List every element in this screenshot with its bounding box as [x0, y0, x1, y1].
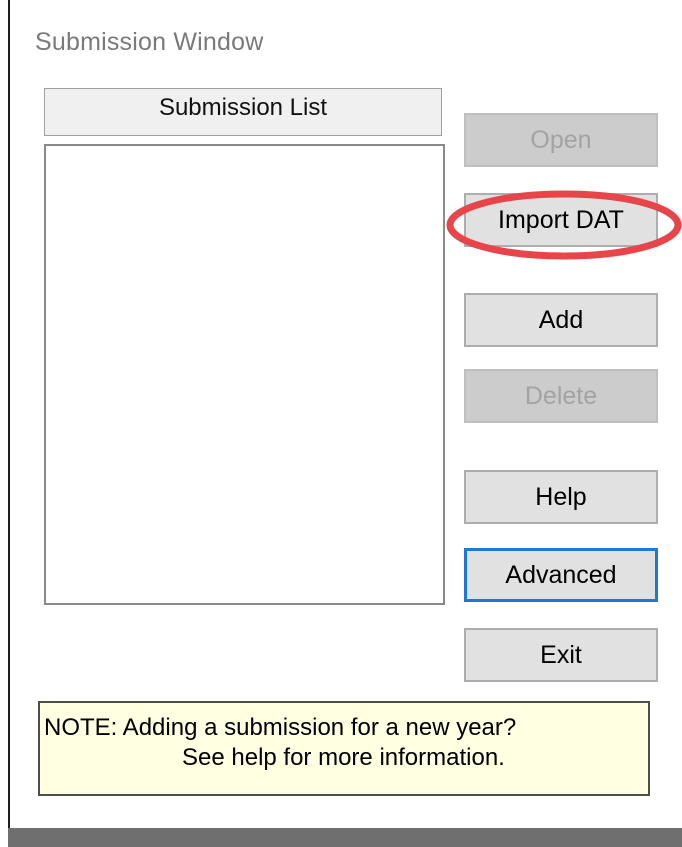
note-line-2: See help for more information. [182, 744, 505, 771]
exit-button[interactable]: Exit [464, 628, 658, 682]
submission-list[interactable] [44, 144, 445, 605]
advanced-button[interactable]: Advanced [464, 548, 658, 602]
window-bottom-frame [8, 828, 682, 847]
help-button[interactable]: Help [464, 470, 658, 524]
window-title: Submission Window [35, 28, 264, 56]
add-button[interactable]: Add [464, 293, 658, 347]
submission-list-header[interactable]: Submission List [44, 88, 442, 136]
note-line-1: NOTE: Adding a submission for a new year… [44, 714, 517, 741]
open-button[interactable]: Open [464, 113, 658, 167]
note-box: NOTE: Adding a submission for a new year… [38, 701, 650, 796]
delete-button[interactable]: Delete [464, 369, 658, 423]
import-dat-button[interactable]: Import DAT [464, 193, 658, 247]
